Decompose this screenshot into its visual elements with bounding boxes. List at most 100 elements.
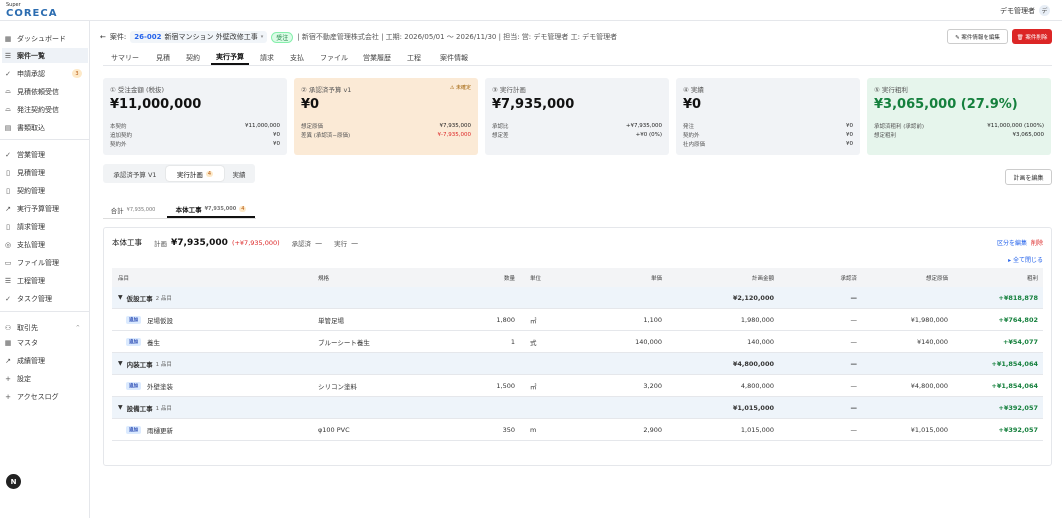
tab-9[interactable]: 案件情報: [434, 50, 474, 65]
sidebar-item-label: 申請承認: [17, 69, 45, 78]
sidebar-item-0[interactable]: ▦ ダッシュボード: [2, 31, 88, 46]
table-cell: シリコン塗料: [318, 382, 357, 391]
card-row: 想定差 +¥0 (0%): [492, 130, 662, 139]
sidebar-item-8[interactable]: ▯ 契約管理: [2, 183, 88, 198]
subtab-0[interactable]: 承認済予算 V1: [105, 166, 165, 181]
assistant-button[interactable]: N: [6, 474, 21, 489]
subtab-2[interactable]: 実績: [225, 166, 253, 181]
table-cell: m: [530, 425, 537, 434]
subtab-label: 実行計画: [176, 170, 203, 179]
tab-6[interactable]: ファイル: [317, 50, 351, 65]
sidebar-item-5[interactable]: ▤ 書類取込: [2, 120, 88, 135]
sidebar-item-label: アクセスログ: [17, 392, 59, 401]
table-cell: +¥1,854,064: [991, 359, 1038, 368]
table-row[interactable]: 追加 養生 ブルーシート養生 1 式 140,000 140,000 — ¥140,000 +¥5…: [112, 331, 1043, 353]
trend-icon: ↗: [5, 356, 11, 365]
subtab-label: 承認済予算 V1: [113, 170, 157, 179]
table-cell: ¥2,120,000: [732, 293, 774, 302]
sidebar-item-11[interactable]: ◎ 支払管理: [2, 237, 88, 252]
card-row: 承認比 +¥7,935,000: [492, 121, 662, 130]
card-row-value: ¥0: [273, 140, 280, 147]
collapse-toggle-icon[interactable]: ▼: [118, 294, 123, 301]
sidebar-item-15[interactable]: ⚇ 取引先 ^: [2, 320, 88, 335]
table-cell: 1,100: [643, 315, 662, 324]
item-tag: 追加: [126, 381, 141, 390]
plan-label: 計画: [154, 239, 167, 248]
table-row[interactable]: 追加 外壁塗装 シリコン塗料 1,500 ㎡ 3,200 4,800,000 — ¥4,800,…: [112, 375, 1043, 397]
sidebar-item-1[interactable]: ☰ 案件一覧: [2, 48, 88, 63]
card-title-row: ③ 実行計画: [492, 84, 662, 94]
edit-plan-button[interactable]: 計画を編集: [1005, 169, 1052, 185]
edit-project-button[interactable]: ✎ 案件情報を編集: [947, 29, 1008, 44]
delete-section-link[interactable]: 削除: [1031, 238, 1043, 247]
avatar[interactable]: デ: [1039, 5, 1050, 16]
sidebar-item-14[interactable]: ✓ タスク管理: [2, 291, 88, 306]
app-logo[interactable]: Super CORECA: [6, 2, 57, 19]
sidebar-item-6[interactable]: ✓ 営業管理: [2, 147, 88, 162]
group-row[interactable]: ▼ 仮設工事 2 品目 ¥2,120,000 — +¥818,878: [112, 287, 1043, 309]
tab-3[interactable]: 実行予算: [211, 50, 249, 65]
sidebar: ▦ ダッシュボード ☰ 案件一覧 ✓ 申請承認 3 ⌓ 見積依頼受信 ⌓ 発注契約受信 ▤ 書類取込 ✓ 営…: [0, 21, 90, 518]
table-cell: +¥54,077: [1002, 337, 1038, 346]
project-tabs: サマリー 見積 契約 実行予算 請求 支払 ファイル 営業履歴 工程 案件情報: [103, 50, 1052, 66]
actual-value: —: [351, 238, 359, 247]
sidebar-item-17[interactable]: ↗ 成績管理: [2, 353, 88, 368]
sidebar-item-4[interactable]: ⌓ 発注契約受信: [2, 102, 88, 117]
sidebar-item-16[interactable]: ▦ マスタ: [2, 335, 88, 350]
edit-section-link[interactable]: 区分を編集: [997, 238, 1027, 247]
delete-project-button[interactable]: 🗑 案件削除: [1012, 29, 1052, 44]
project-header: ← 案件: 26-002 新宿マンション 外壁改修工事 ▾ 受注 | 新宿不動産…: [100, 30, 617, 44]
inbox-icon: ⌓: [5, 87, 11, 95]
budget-table: 品目 規格 数量 単位 単価 計画金額 承認済 想定原価 粗利 ▼ 仮設工事 2 品目 ¥2,120,0…: [112, 268, 1043, 441]
table-cell: 140,000: [747, 337, 774, 346]
table-row[interactable]: 追加 足場仮設 単管足場 1,800 ㎡ 1,100 1,980,000 — ¥1,980,00…: [112, 309, 1043, 331]
plus-icon: +: [5, 392, 11, 401]
tab-5[interactable]: 支払: [287, 50, 307, 65]
table-cell: φ100 PVC: [318, 425, 350, 434]
project-selector[interactable]: 26-002 新宿マンション 外壁改修工事 ▾: [130, 31, 268, 43]
card-row-label: 社内原価: [683, 141, 706, 148]
tab-4[interactable]: 請求: [257, 50, 277, 65]
back-arrow-icon[interactable]: ←: [100, 33, 106, 41]
section-tab-1[interactable]: 本体工事 ¥7,935,000 4: [167, 201, 255, 218]
sidebar-item-7[interactable]: ▯ 見積管理: [2, 165, 88, 180]
card-value: ¥0: [301, 97, 320, 112]
sidebar-item-13[interactable]: ☰ 工程管理: [2, 273, 88, 288]
subtab-1[interactable]: 実行計画 4: [166, 166, 224, 181]
group-count: 2 品目: [155, 295, 172, 302]
sidebar-item-label: 工程管理: [17, 276, 45, 285]
tab-2[interactable]: 契約: [183, 50, 203, 65]
table-row[interactable]: 追加 雨樋更新 φ100 PVC 350 m 2,900 1,015,000 — ¥1,015,…: [112, 419, 1043, 441]
item-name: 養生: [147, 338, 160, 347]
section-actions: 区分を編集 削除: [997, 238, 1043, 247]
group-row[interactable]: ▼ 設備工事 1 品目 ¥1,015,000 — +¥392,057: [112, 397, 1043, 419]
tab-0[interactable]: サマリー: [103, 50, 147, 65]
group-row[interactable]: ▼ 内装工事 1 品目 ¥4,800,000 — +¥1,854,064: [112, 353, 1043, 375]
sidebar-item-19[interactable]: + アクセスログ: [2, 389, 88, 404]
user-menu[interactable]: デモ管理者 デ: [1000, 5, 1050, 16]
sidebar-item-9[interactable]: ↗ 実行予算管理: [2, 201, 88, 216]
card-title: ⑤ 実行粗利: [874, 86, 908, 94]
sidebar-item-10[interactable]: ▯ 請求管理: [2, 219, 88, 234]
sidebar-item-label: タスク管理: [17, 294, 52, 303]
sidebar-item-3[interactable]: ⌓ 見積依頼受信: [2, 84, 88, 99]
close-all-link[interactable]: ▸ 全て閉じる: [1008, 255, 1043, 264]
trend-icon: ↗: [5, 204, 11, 213]
collapse-toggle-icon[interactable]: ▼: [118, 404, 123, 411]
plus-icon: +: [5, 374, 11, 383]
sidebar-item-2[interactable]: ✓ 申請承認 3: [2, 66, 88, 81]
column-header: 粗利: [1026, 275, 1038, 282]
column-header: 品目: [118, 275, 130, 282]
tab-1[interactable]: 見積: [153, 50, 173, 65]
sidebar-item-label: 設定: [17, 374, 31, 383]
card-value: ¥0: [683, 97, 702, 112]
sidebar-item-12[interactable]: ▭ ファイル管理: [2, 255, 88, 270]
list-icon: ☰: [4, 51, 12, 60]
collapse-toggle-icon[interactable]: ▼: [118, 360, 123, 367]
tab-8[interactable]: 工程: [404, 50, 424, 65]
tab-7[interactable]: 営業履歴: [358, 50, 396, 65]
table-cell: 140,000: [635, 337, 662, 346]
card-title-row: ② 承認済予算 v1 ⚠ 未確定: [301, 84, 471, 94]
sidebar-item-18[interactable]: + 設定: [2, 371, 88, 386]
section-tab-0[interactable]: 合計 ¥7,935,000: [103, 201, 163, 218]
